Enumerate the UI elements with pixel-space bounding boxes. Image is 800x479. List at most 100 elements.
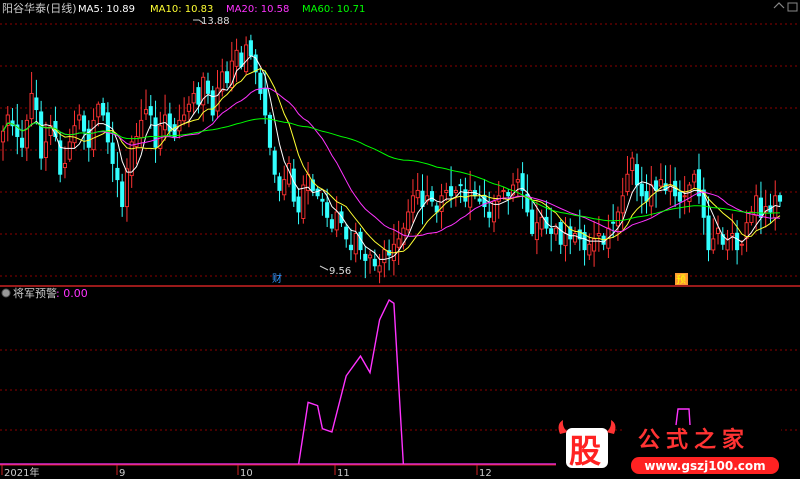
candle <box>696 153 702 204</box>
candle <box>630 151 635 185</box>
candle <box>301 175 306 224</box>
candle <box>253 49 258 85</box>
candle <box>48 114 53 146</box>
candle <box>234 38 239 83</box>
event-financial-badge[interactable]: 财 <box>272 272 282 285</box>
watermark-site-name: 公式之家 <box>638 427 750 453</box>
candle <box>263 70 268 124</box>
candle <box>677 180 682 219</box>
candle <box>744 210 749 252</box>
candle <box>244 36 249 76</box>
candle <box>20 120 25 158</box>
grid-lines <box>0 23 800 431</box>
candle <box>148 95 153 129</box>
candle <box>163 94 168 141</box>
candle <box>81 110 87 150</box>
candle <box>758 181 763 234</box>
high-label: 13.88 <box>201 16 230 27</box>
ma20-line <box>2 87 781 237</box>
candle <box>272 146 277 183</box>
candle <box>124 158 129 222</box>
candle <box>658 163 663 189</box>
candle <box>191 81 196 115</box>
candle <box>58 132 63 183</box>
candle <box>415 172 420 205</box>
candle <box>444 182 449 201</box>
indicator-spike-main <box>297 298 405 466</box>
candle <box>15 103 20 155</box>
candle <box>644 174 649 214</box>
candle <box>525 174 530 217</box>
candle <box>72 110 77 149</box>
candle <box>348 228 354 261</box>
candle <box>558 219 563 254</box>
candle <box>43 121 48 171</box>
candle <box>210 85 215 122</box>
svg-text:预: 预 <box>676 274 686 286</box>
candle <box>777 192 783 207</box>
candle <box>625 155 630 196</box>
candle <box>367 250 373 274</box>
candle <box>306 161 311 205</box>
candle <box>205 72 211 104</box>
indicator-value: : 0.00 <box>56 287 88 300</box>
ma10-line <box>2 68 781 254</box>
candle <box>520 162 525 209</box>
candle <box>711 218 716 254</box>
candle <box>634 153 640 202</box>
candle <box>692 170 697 189</box>
indicator-name[interactable]: 将军预警 <box>13 286 57 300</box>
candle <box>105 102 110 154</box>
candle <box>182 97 187 126</box>
candle <box>720 227 725 250</box>
chevron-up-icon[interactable] <box>773 2 785 9</box>
candle <box>315 185 320 200</box>
x-axis: 2021年 9 10 11 12 <box>0 464 556 479</box>
stock-label[interactable]: 阳谷华泰(日线) <box>2 1 77 15</box>
candle <box>277 172 282 202</box>
candle <box>153 100 158 163</box>
x-axis-tick-label: 12 <box>479 468 492 479</box>
window-restore-icon[interactable] <box>787 2 798 12</box>
indicator-spike-small <box>675 408 691 426</box>
candle <box>506 189 511 215</box>
candle <box>158 111 163 156</box>
candle <box>39 100 44 170</box>
x-axis-tick-label: 9 <box>119 468 125 479</box>
candle <box>387 239 392 271</box>
candle <box>177 104 182 139</box>
candle <box>67 128 72 162</box>
x-axis-tick-label: 10 <box>240 468 253 479</box>
candle <box>24 114 29 162</box>
candle <box>363 246 368 279</box>
candle <box>96 101 101 127</box>
ma-legend: MA5: 10.89 MA10: 10.83 MA20: 10.58 MA60: 10… <box>78 4 365 15</box>
stock-chart: 阳谷华泰(日线) MA5: 10.89 MA10: 10.83 MA20: 10.5… <box>0 1 800 479</box>
event-forecast-badge[interactable]: 预 <box>675 273 688 286</box>
ma-legend-item: MA5: 10.89 <box>78 4 135 15</box>
candle <box>282 165 287 201</box>
candle <box>396 220 401 265</box>
candle <box>715 215 721 245</box>
indicator-settings-icon[interactable] <box>1 288 11 298</box>
ma-legend-item: MA60: 10.71 <box>302 4 365 15</box>
candle <box>344 223 349 248</box>
candle <box>329 214 334 233</box>
candle <box>682 176 687 215</box>
candle <box>10 108 15 136</box>
candle <box>592 220 597 267</box>
header-bar: 阳谷华泰(日线) MA5: 10.89 MA10: 10.83 MA20: 10.5… <box>2 1 798 15</box>
ma-legend-item: MA10: 10.83 <box>150 4 213 15</box>
candle <box>129 135 134 188</box>
candle <box>449 166 454 208</box>
candle <box>530 199 535 237</box>
candle <box>101 97 106 121</box>
indicator-header: 将军预警 : 0.00 <box>1 286 88 300</box>
ma-legend-item: MA20: 10.58 <box>226 4 289 15</box>
candle <box>224 61 230 89</box>
candle <box>34 79 39 125</box>
candle <box>549 207 554 252</box>
low-marker: 9.56 <box>319 265 351 277</box>
watermark-logo: 股 公式之家 www.gszj100.com <box>558 420 781 474</box>
candle <box>472 181 477 200</box>
